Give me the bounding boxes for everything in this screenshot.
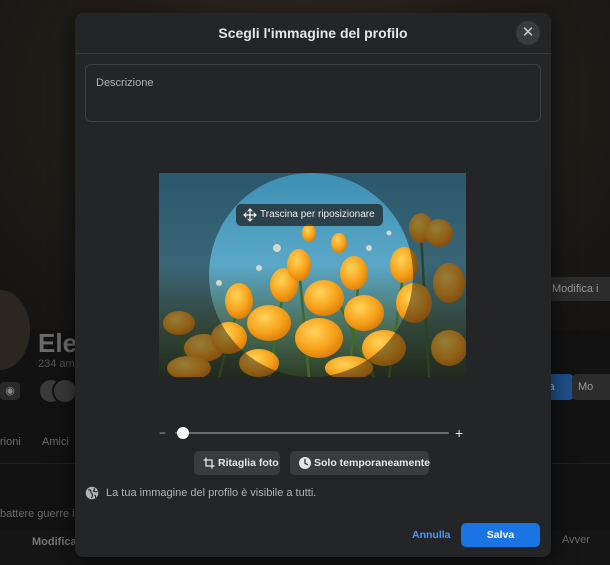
post-preview-text: battere guerre in <box>0 508 81 520</box>
globe-icon <box>85 486 99 500</box>
temporary-button[interactable]: Solo temporaneamente <box>290 451 431 475</box>
crop-photo-label: Ritaglia foto <box>218 457 279 469</box>
edit-button: Modifica <box>32 536 77 548</box>
zoom-slider-thumb[interactable] <box>177 427 190 439</box>
dialog-header: Scegli l'immagine del profilo ✕ <box>75 13 551 54</box>
zoom-slider-track[interactable] <box>175 432 449 434</box>
dialog-title: Scegli l'immagine del profilo <box>218 25 408 41</box>
photo-crop-area[interactable]: Trascina per riposizionare <box>159 173 466 377</box>
drag-hint-label: Trascina per riposizionare <box>260 209 375 220</box>
edit-cover-label: Modifica i <box>552 283 599 295</box>
save-button[interactable]: Salva <box>461 523 540 547</box>
clock-icon <box>299 457 311 469</box>
profile-picture-dialog: Scegli l'immagine del profilo ✕ Descrizi… <box>75 13 551 557</box>
zoom-out-button[interactable]: − <box>159 426 169 440</box>
visibility-text: La tua immagine del profilo è visibile a… <box>106 487 317 499</box>
camera-icon: ◉ <box>0 382 20 400</box>
move-icon <box>243 208 257 222</box>
tab-friends: Amici <box>42 436 69 448</box>
description-field[interactable] <box>85 64 541 122</box>
crop-photo-button[interactable]: Ritaglia foto <box>194 451 280 475</box>
cancel-button[interactable]: Annulla <box>412 529 451 541</box>
friend-avatars <box>38 378 78 404</box>
close-icon: ✕ <box>521 24 535 41</box>
description-input[interactable] <box>86 65 540 121</box>
more-button: Mo <box>572 374 610 400</box>
close-button[interactable]: ✕ <box>516 21 540 45</box>
friends-count: 234 am <box>38 358 75 370</box>
drag-reposition-hint: Trascina per riposizionare <box>236 204 383 226</box>
more-label: Mo <box>578 381 594 393</box>
zoom-in-button[interactable]: + <box>455 426 467 440</box>
temporary-label: Solo temporaneamente <box>314 457 431 469</box>
notice-label: Avver <box>562 534 590 546</box>
tab-info: rioni <box>0 436 21 448</box>
crop-icon <box>203 457 215 469</box>
edit-cover-button: Modifica i <box>546 277 610 301</box>
